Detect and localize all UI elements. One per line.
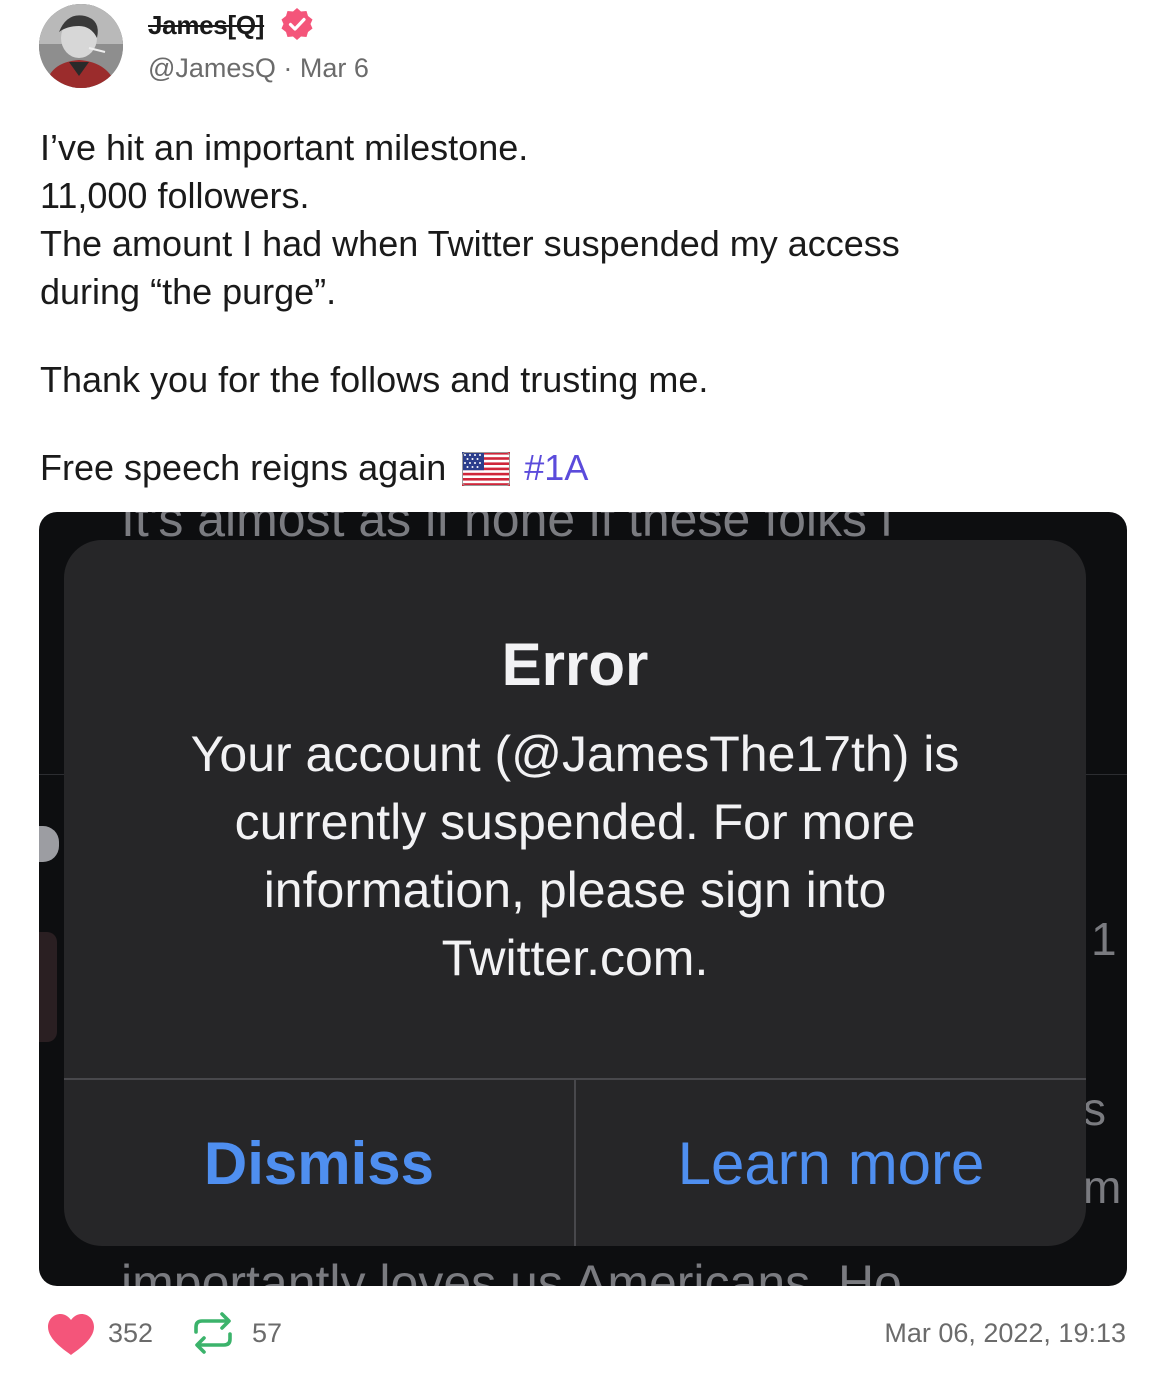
background-text-bottom: importantly loves us Americans. Ho xyxy=(121,1255,902,1286)
learn-more-button[interactable]: Learn more xyxy=(576,1080,1086,1246)
background-heart-icon xyxy=(39,826,59,862)
repost-icon[interactable] xyxy=(190,1310,236,1356)
like-count: 352 xyxy=(108,1318,154,1348)
post-line: The amount I had when Twitter suspended … xyxy=(40,223,900,264)
post-line: 11,000 followers. xyxy=(40,175,310,216)
post-closing-line: Free speech reigns again #1A xyxy=(40,444,1120,492)
post-card: James[Q] @JamesQ · Mar 6 I’ve hit an imp… xyxy=(0,0,1162,1374)
background-text-side: 1 xyxy=(1091,913,1117,965)
post-thanks: Thank you for the follows and trusting m… xyxy=(40,359,709,400)
post-body: I’ve hit an important milestone. 11,000 … xyxy=(40,124,1120,492)
post-timestamp[interactable]: Mar 06, 2022, 19:13 xyxy=(884,1318,1126,1349)
background-avatar-fragment xyxy=(39,932,57,1042)
author-display-name[interactable]: James[Q] xyxy=(148,10,264,41)
error-dialog: Error Your account (@JamesThe17th) is cu… xyxy=(64,540,1086,1246)
hashtag-link[interactable]: #1A xyxy=(524,447,588,488)
post-line: during “the purge”. xyxy=(40,271,337,312)
dismiss-button[interactable]: Dismiss xyxy=(64,1080,574,1246)
verified-badge-icon xyxy=(281,8,313,40)
post-closing-text: Free speech reigns again xyxy=(40,447,447,488)
like-heart-icon[interactable] xyxy=(46,1313,96,1357)
avatar[interactable] xyxy=(39,4,123,88)
author-handle-date: @JamesQ · Mar 6 xyxy=(148,53,369,83)
us-flag-icon xyxy=(462,452,511,486)
background-text-side: m xyxy=(1083,1161,1122,1213)
background-text-side: s xyxy=(1083,1083,1106,1135)
dialog-message: Your account (@JamesThe17th) is currentl… xyxy=(190,726,960,986)
avatar-image xyxy=(39,4,123,88)
repost-count: 57 xyxy=(252,1318,283,1348)
post-line: I’ve hit an important milestone. xyxy=(40,127,529,168)
post-image[interactable]: It's almost as if none if these folks l … xyxy=(39,512,1127,1286)
dialog-title: Error xyxy=(501,631,649,698)
